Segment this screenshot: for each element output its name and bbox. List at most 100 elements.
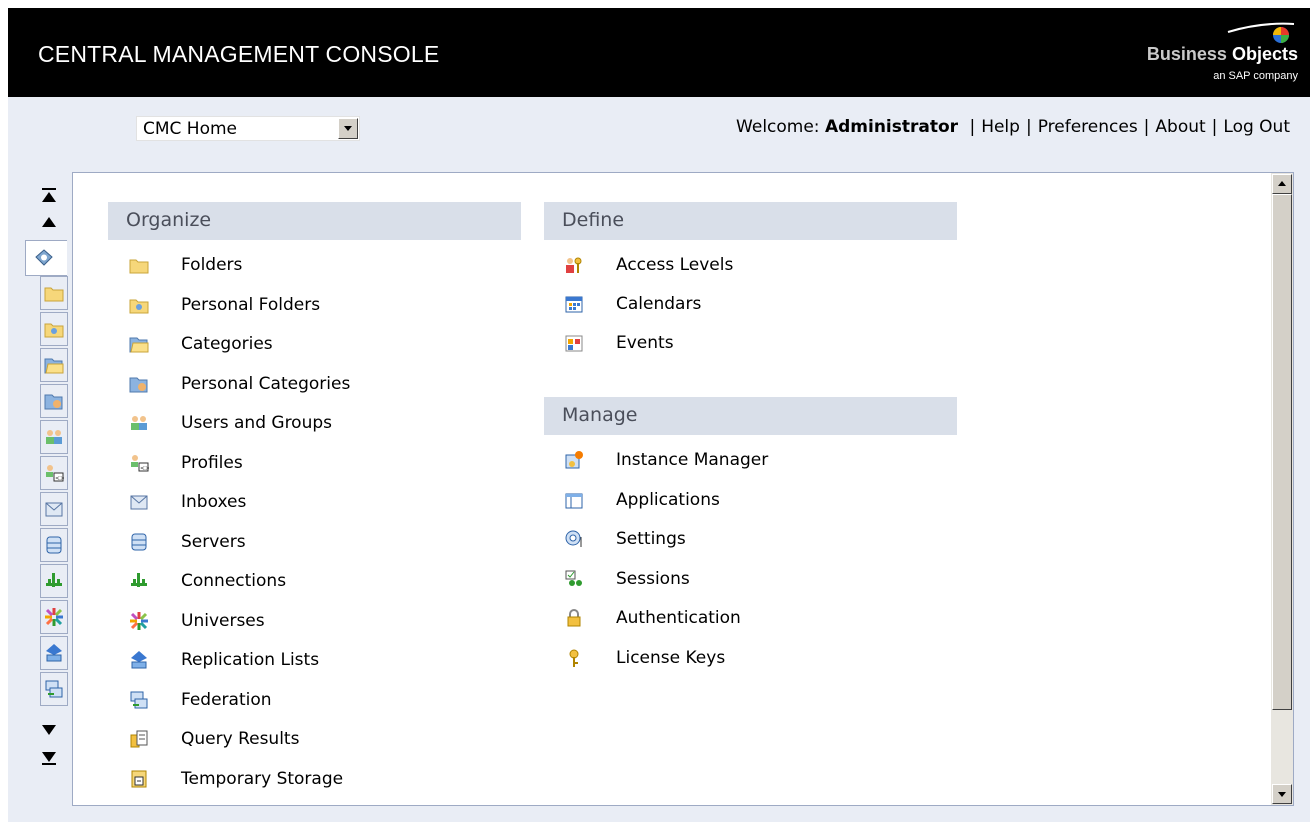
item-label: Personal Categories <box>181 373 351 394</box>
item-label: Profiles <box>181 452 243 473</box>
applications-icon <box>565 493 583 508</box>
replication-lists-icon <box>46 644 62 662</box>
item-label: Instance Manager <box>616 450 769 470</box>
profiles-icon: <> <box>131 454 149 472</box>
query-results-icon <box>130 730 148 748</box>
header-bar: CENTRAL MANAGEMENT CONSOLE Business Obje… <box>8 8 1310 97</box>
item-label: Replication Lists <box>181 650 320 670</box>
connections-icon <box>46 573 62 587</box>
side-toolbar-button[interactable] <box>40 276 68 310</box>
side-toolbar-button[interactable] <box>40 564 68 598</box>
side-toolbar-button[interactable] <box>40 312 68 346</box>
users-groups-icon <box>46 430 62 444</box>
events-icon <box>565 335 583 352</box>
categories-icon <box>129 337 149 353</box>
define-section-header: Define <box>544 202 957 240</box>
side-toolbar-button[interactable] <box>40 528 68 562</box>
item-label: Applications <box>616 489 720 510</box>
item-label: Categories <box>181 334 273 354</box>
servers-icon <box>131 533 147 550</box>
side-toolbar-button[interactable] <box>40 384 68 418</box>
link-separator: | <box>1143 117 1150 137</box>
manage-section-header: Manage <box>544 397 957 435</box>
personal-categories-icon <box>129 377 148 392</box>
universes-icon <box>45 608 63 626</box>
logo-wordmark: Business Objects <box>1147 44 1298 65</box>
item-label: Personal Folders <box>181 294 321 315</box>
servers-icon <box>46 536 62 554</box>
scroll-to-top-icon[interactable] <box>42 188 56 204</box>
link-separator: | <box>1025 117 1032 137</box>
scroll-up-icon[interactable] <box>42 216 56 228</box>
side-toolbar-button[interactable] <box>40 420 68 454</box>
side-toolbar-button[interactable] <box>40 492 68 526</box>
inbox-icon <box>45 502 63 517</box>
organize-section-header: Organize <box>108 202 521 240</box>
current-user: Administrator <box>824 117 959 137</box>
item-label: Folders <box>181 255 243 275</box>
main-panel: Organize Folders Personal Folders Categori… <box>72 172 1294 806</box>
scroll-to-bottom-icon[interactable] <box>42 750 56 766</box>
profiles-icon: <> <box>46 465 64 482</box>
side-toolbar-button[interactable]: <> <box>40 456 68 490</box>
item-label: Calendars <box>616 294 702 314</box>
side-toolbar-button[interactable] <box>40 636 68 670</box>
home-icon <box>35 249 53 266</box>
item-label: Authentication <box>616 608 741 628</box>
key-icon <box>569 649 579 667</box>
item-label: Events <box>616 333 674 353</box>
scrollbar-up-button[interactable] <box>1272 174 1292 194</box>
business-objects-logo: Business Objects an SAP company <box>1098 18 1298 90</box>
scrollbar-down-button[interactable] <box>1272 784 1292 804</box>
item-label: Universes <box>181 610 265 631</box>
users-groups-icon <box>131 416 147 430</box>
federation-icon <box>45 680 63 698</box>
app-title: CENTRAL MANAGEMENT CONSOLE <box>38 41 440 67</box>
svg-text:<>: <> <box>140 465 149 472</box>
logo-word-objects: Objects <box>1231 44 1298 64</box>
dropdown-value: CMC Home <box>143 119 238 139</box>
page-background: CENTRAL MANAGEMENT CONSOLE Business Obje… <box>8 8 1310 822</box>
item-label: Inboxes <box>181 492 247 512</box>
side-toolbar: <> <box>40 276 69 708</box>
item-label: Temporary Storage <box>181 768 344 789</box>
help-link[interactable]: Help <box>981 117 1020 137</box>
vertical-scrollbar[interactable] <box>1271 173 1293 805</box>
svg-text:<>: <> <box>55 475 64 482</box>
logout-link[interactable]: Log Out <box>1223 117 1290 137</box>
side-toolbar-button[interactable] <box>40 600 68 634</box>
sessions-icon <box>565 570 582 586</box>
scrollbar-thumb[interactable] <box>1272 194 1292 710</box>
logo-word-business: Business <box>1146 44 1227 64</box>
preferences-link[interactable]: Preferences <box>1038 117 1138 137</box>
universes-icon <box>130 611 148 630</box>
side-toolbar-button[interactable] <box>40 672 68 706</box>
top-links-bar: Welcome: Administrator | Help | Preferences… <box>736 117 1290 137</box>
folder-icon <box>129 259 149 274</box>
welcome-label: Welcome: <box>736 117 820 137</box>
categories-icon <box>44 358 64 374</box>
access-levels-icon <box>566 257 582 273</box>
instance-manager-icon <box>565 451 583 469</box>
side-toolbar-home-button[interactable] <box>25 240 67 276</box>
connections-icon <box>131 573 147 587</box>
item-label: Connections <box>181 571 287 591</box>
link-separator: | <box>969 117 976 137</box>
item-label: Query Results <box>181 729 300 749</box>
side-toolbar-button[interactable] <box>40 348 68 382</box>
about-link[interactable]: About <box>1155 117 1205 137</box>
replication-lists-icon <box>131 651 147 669</box>
temporary-storage-icon <box>131 770 147 787</box>
scroll-down-icon[interactable] <box>42 724 56 736</box>
item-label: Federation <box>181 689 272 710</box>
federation-icon <box>130 691 148 708</box>
settings-icon <box>565 530 582 547</box>
calendar-icon <box>565 296 583 313</box>
dropdown-arrow-button[interactable] <box>338 118 358 139</box>
cmc-nav-dropdown[interactable]: CMC Home <box>136 116 360 141</box>
item-label: License Keys <box>616 647 726 668</box>
lock-icon <box>567 609 581 627</box>
inbox-icon <box>130 495 148 510</box>
logo-tagline: an SAP company <box>1213 70 1298 82</box>
folder-icon <box>44 287 64 302</box>
